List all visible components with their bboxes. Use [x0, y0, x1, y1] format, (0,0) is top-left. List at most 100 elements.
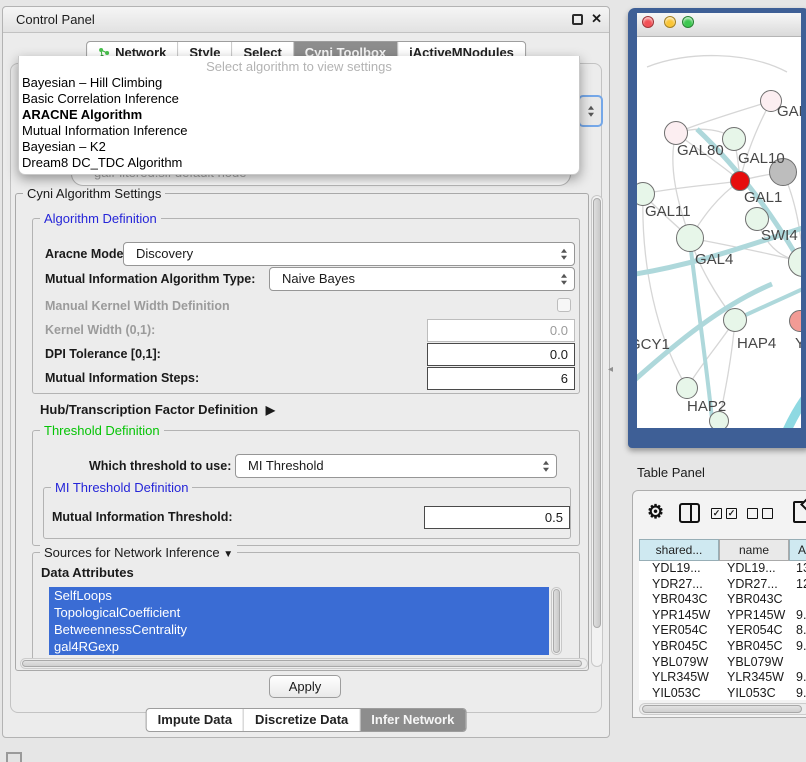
- expanded-arrow-icon: ▼: [223, 549, 233, 560]
- tab-infer-network[interactable]: Infer Network: [360, 709, 465, 731]
- network-node-hap4[interactable]: [723, 308, 747, 332]
- network-node-hap2[interactable]: [676, 377, 698, 399]
- stepper-arrows-icon: [561, 249, 567, 260]
- threshold-definition-group: Threshold Definition Which threshold to …: [32, 430, 580, 546]
- unchecked-checkbox-icon[interactable]: [747, 508, 758, 519]
- manual-kernel-width-checkbox[interactable]: [557, 298, 571, 312]
- mi-algorithm-type-combo[interactable]: Naive Bayes: [269, 267, 575, 291]
- stepper-arrows-icon: [543, 461, 549, 472]
- mi-threshold-group-title: MI Threshold Definition: [51, 480, 192, 495]
- node-label: GAL10: [738, 150, 785, 167]
- node-label: HAP4: [737, 335, 776, 352]
- table-row[interactable]: YLR345WYLR345W9.: [639, 670, 806, 686]
- aracne-mode-combo[interactable]: Discovery: [123, 242, 575, 266]
- mi-threshold-label: Mutual Information Threshold:: [52, 510, 233, 524]
- dropdown-item[interactable]: Basic Correlation Inference: [19, 91, 579, 107]
- mi-steps-label: Mutual Information Steps:: [45, 371, 199, 385]
- node-label: GAL1: [744, 189, 782, 206]
- which-threshold-combo[interactable]: MI Threshold: [235, 454, 557, 478]
- cyni-algorithm-settings-group: Cyni Algorithm Settings Algorithm Defini…: [15, 193, 589, 671]
- collapsed-arrow-icon: ▶: [266, 403, 275, 417]
- mi-algorithm-type-label: Mutual Information Algorithm Type:: [45, 272, 255, 286]
- table-rows: YDL19...YDL19...13 YDR27...YDR27...12 YB…: [639, 561, 806, 700]
- close-traffic-light-icon[interactable]: [642, 16, 654, 28]
- attributes-list-scrollbar[interactable]: [551, 587, 562, 655]
- gear-icon[interactable]: ⚙: [647, 501, 664, 524]
- node-label: Y: [795, 335, 801, 352]
- dropdown-item[interactable]: Bayesian – Hill Climbing: [19, 75, 579, 91]
- table-row[interactable]: YIL053CYIL053C9.: [639, 686, 806, 700]
- network-node-gal4[interactable]: [676, 224, 704, 252]
- which-threshold-label: Which threshold to use:: [89, 459, 231, 473]
- mi-threshold-group: MI Threshold Definition Mutual Informati…: [43, 487, 571, 539]
- network-canvas[interactable]: GAL GAL80 GAL10 GAL1 GAL11 SWI4 GAL4 GCY…: [637, 37, 801, 428]
- network-window-titlebar[interactable]: [637, 13, 801, 37]
- mi-steps-field[interactable]: 6: [427, 367, 575, 390]
- table-row[interactable]: YBR045CYBR045C9.: [639, 639, 806, 655]
- threshold-definition-title: Threshold Definition: [40, 423, 164, 438]
- checked-checkbox-icon[interactable]: ✓: [726, 508, 737, 519]
- network-node-gal10[interactable]: [722, 127, 746, 151]
- table-row[interactable]: YDR27...YDR27...12: [639, 577, 806, 593]
- table-panel: ⚙ ✓ ✓ shared... name A YDL19...YDL19...1…: [632, 490, 806, 718]
- float-window-icon[interactable]: [572, 14, 583, 25]
- focused-combo-stepper[interactable]: [578, 95, 603, 127]
- node-label: GAL11: [645, 203, 691, 220]
- dropdown-item[interactable]: Bayesian – K2: [19, 139, 579, 155]
- column-header-shared-name[interactable]: shared...: [639, 539, 719, 561]
- dropdown-item[interactable]: Mutual Information Inference: [19, 123, 579, 139]
- attribute-item-selected[interactable]: SelfLoops: [49, 587, 549, 604]
- table-row[interactable]: YER054CYER054C8.: [639, 623, 806, 639]
- column-header-partial[interactable]: A: [789, 539, 806, 561]
- sources-group: Sources for Network Inference ▼ Data Att…: [32, 552, 580, 664]
- dropdown-item-selected[interactable]: ARACNE Algorithm: [19, 107, 579, 123]
- checked-checkbox-icon[interactable]: ✓: [711, 508, 722, 519]
- algorithm-definition-group: Algorithm Definition Aracne Mode: Discov…: [32, 218, 580, 394]
- table-horizontal-scrollbar[interactable]: [639, 703, 806, 715]
- settings-vertical-scrollbar[interactable]: [591, 195, 603, 667]
- node-label: GCY1: [637, 336, 670, 353]
- control-panel-window: Control Panel ✕ Network Style Select Cyn…: [2, 6, 610, 738]
- node-label: GAL: [777, 103, 801, 120]
- minimize-traffic-light-icon[interactable]: [664, 16, 676, 28]
- data-attributes-label: Data Attributes: [41, 565, 134, 580]
- network-node-selected-red[interactable]: [730, 171, 750, 191]
- aracne-mode-label: Aracne Mode:: [45, 247, 128, 261]
- close-icon[interactable]: ✕: [591, 11, 602, 27]
- attribute-item-selected[interactable]: TopologicalCoefficient: [49, 604, 549, 621]
- table-row[interactable]: YDL19...YDL19...13: [639, 561, 806, 577]
- settings-horizontal-scrollbar[interactable]: [20, 658, 588, 669]
- table-row[interactable]: YPR145WYPR145W9.: [639, 608, 806, 624]
- kernel-width-field[interactable]: 0.0: [427, 319, 575, 342]
- attribute-item-selected[interactable]: BetweennessCentrality: [49, 621, 549, 638]
- algorithm-dropdown-popup: Select algorithm to view settings Bayesi…: [18, 56, 580, 175]
- settings-group-title: Cyni Algorithm Settings: [23, 186, 165, 201]
- column-header-name[interactable]: name: [719, 539, 789, 561]
- hub-definition-toggle[interactable]: Hub/Transcription Factor Definition ▶: [40, 402, 271, 417]
- apply-button[interactable]: Apply: [269, 675, 341, 698]
- kernel-width-label: Kernel Width (0,1):: [45, 323, 155, 337]
- document-icon[interactable]: [793, 501, 806, 523]
- dpi-tolerance-label: DPI Tolerance [0,1]:: [45, 347, 161, 361]
- panel-title: Control Panel: [16, 7, 95, 32]
- dropdown-placeholder: Select algorithm to view settings: [19, 58, 579, 75]
- table-panel-title: Table Panel: [622, 460, 806, 486]
- mi-threshold-field[interactable]: 0.5: [424, 506, 570, 529]
- zoom-traffic-light-icon[interactable]: [682, 16, 694, 28]
- dropdown-item[interactable]: Dream8 DC_TDC Algorithm: [19, 155, 579, 171]
- network-view-window[interactable]: GAL GAL80 GAL10 GAL1 GAL11 SWI4 GAL4 GCY…: [628, 8, 806, 448]
- table-row[interactable]: YBR043CYBR043C: [639, 592, 806, 608]
- table-row[interactable]: YBL079WYBL079W: [639, 655, 806, 671]
- sources-toggle[interactable]: Sources for Network Inference ▼: [40, 545, 237, 560]
- bottom-left-partial-widget[interactable]: [6, 752, 22, 762]
- tab-discretize-data[interactable]: Discretize Data: [244, 709, 360, 731]
- panel-divider-handle[interactable]: ◂: [608, 364, 613, 375]
- dpi-tolerance-field[interactable]: 0.0: [427, 343, 575, 366]
- manual-kernel-width-label: Manual Kernel Width Definition: [45, 299, 230, 313]
- unchecked-checkbox-icon[interactable]: [762, 508, 773, 519]
- attribute-item-selected[interactable]: gal4RGexp: [49, 638, 549, 655]
- split-columns-icon[interactable]: [679, 503, 700, 523]
- cyni-bottom-tabbar: Impute Data Discretize Data Infer Networ…: [146, 708, 467, 732]
- data-attributes-list: SelfLoops TopologicalCoefficient Between…: [49, 587, 549, 655]
- tab-impute-data[interactable]: Impute Data: [147, 709, 244, 731]
